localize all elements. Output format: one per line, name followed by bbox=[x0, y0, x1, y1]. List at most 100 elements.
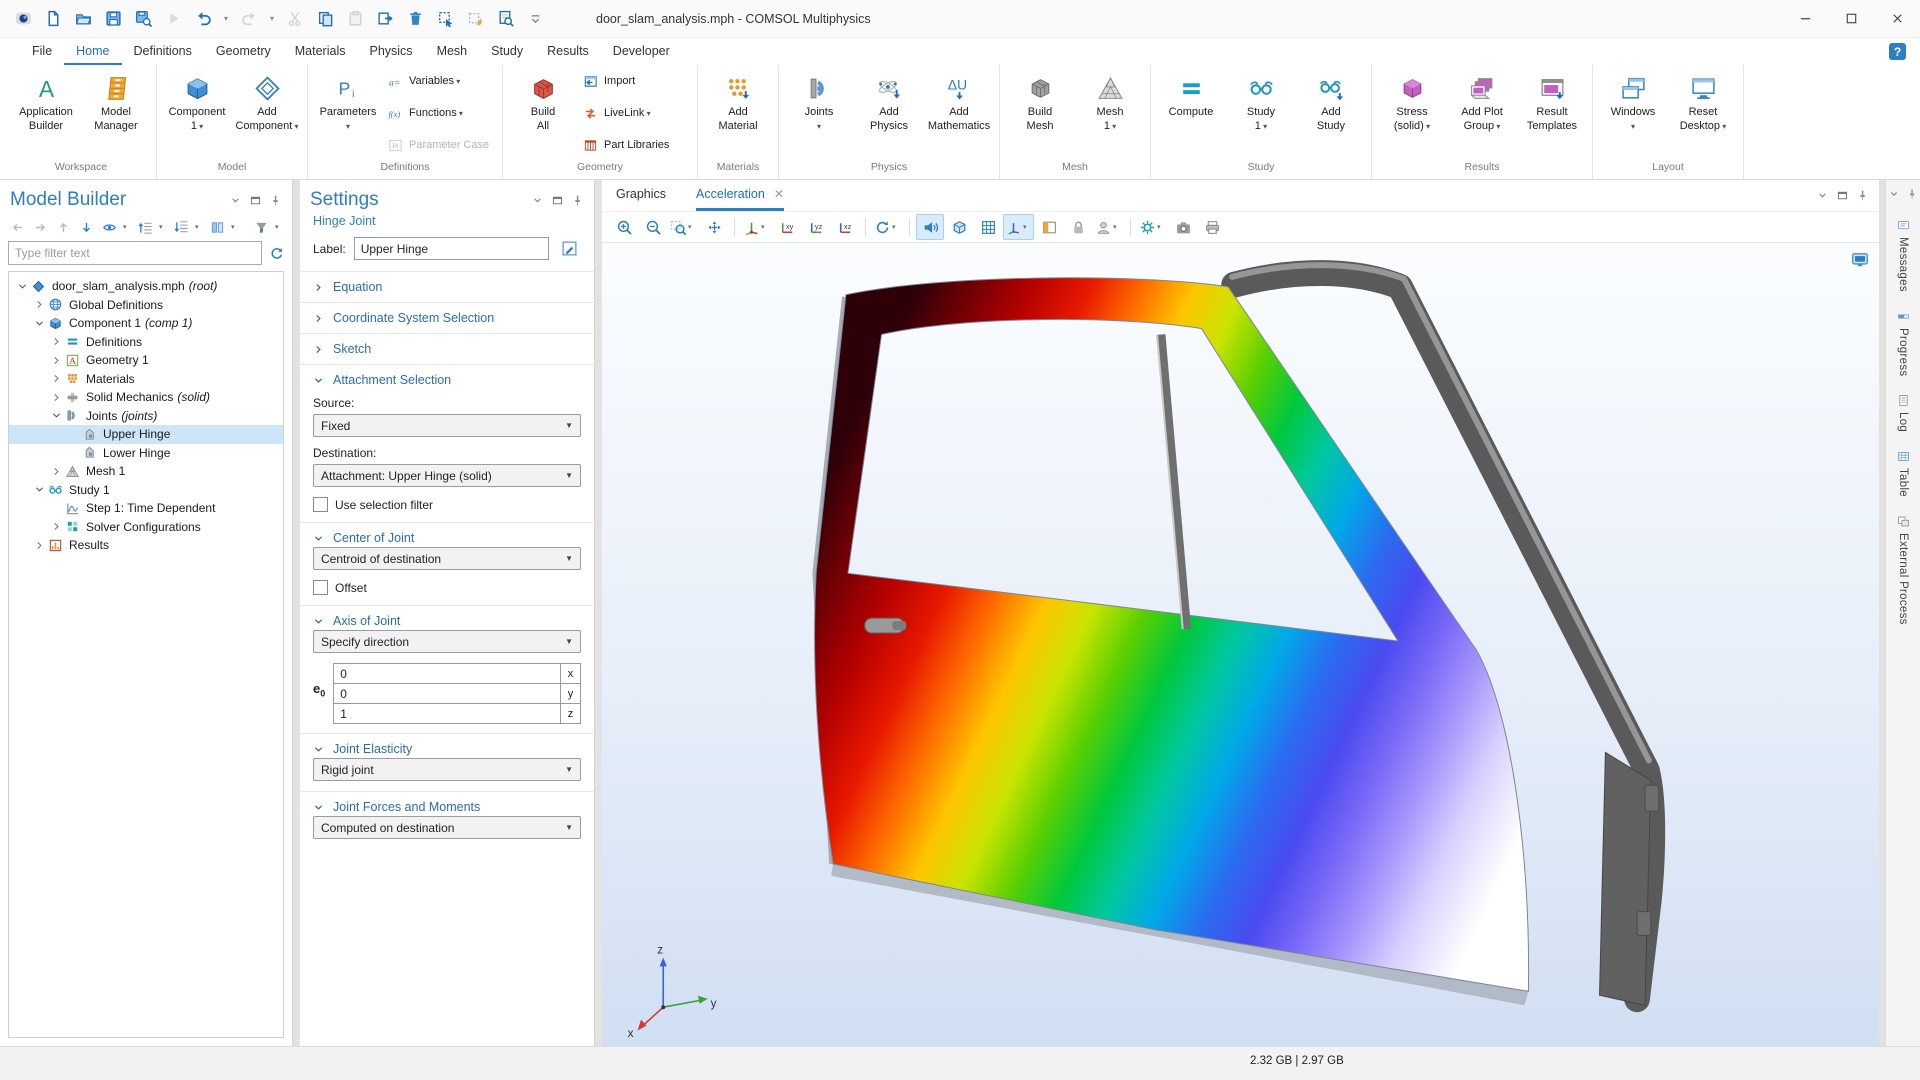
go-to-view-caret-icon[interactable]: ▾ bbox=[761, 223, 770, 231]
menu-item-physics[interactable]: Physics bbox=[357, 38, 424, 66]
zoom-box-caret-icon[interactable]: ▾ bbox=[688, 223, 697, 231]
dropdown-specify-direction[interactable]: Specify direction▼ bbox=[313, 630, 581, 653]
view-xz-button[interactable]: xz bbox=[831, 214, 859, 240]
add-component-button[interactable]: AddComponent ▾ bbox=[233, 70, 301, 158]
transparency-button[interactable] bbox=[916, 214, 944, 240]
view-yz-button[interactable]: yz bbox=[802, 214, 830, 240]
forward-icon[interactable] bbox=[31, 218, 50, 236]
tree-closed-chevron-icon[interactable] bbox=[49, 392, 64, 403]
menu-item-mesh[interactable]: Mesh bbox=[425, 38, 480, 66]
filter-funnel-caret-icon[interactable]: ▾ bbox=[275, 223, 284, 231]
side-tab-table[interactable]: Table bbox=[1897, 441, 1910, 506]
menu-item-results[interactable]: Results bbox=[535, 38, 601, 66]
select-box-icon[interactable] bbox=[432, 6, 458, 32]
side-tab-messages[interactable]: Messages bbox=[1897, 210, 1910, 301]
tree-closed-chevron-icon[interactable] bbox=[32, 299, 47, 310]
snapshot-button[interactable] bbox=[1169, 214, 1197, 240]
dropdown-centroid-of-destination[interactable]: Centroid of destination▼ bbox=[313, 547, 581, 570]
add-math-button[interactable]: ΔUAddMathematics bbox=[925, 70, 993, 158]
checkbox-box[interactable] bbox=[313, 497, 328, 512]
app-builder-button[interactable]: AApplicationBuilder bbox=[12, 70, 80, 158]
filter-funnel-icon[interactable] bbox=[252, 218, 271, 236]
tree-item-materials[interactable]: Materials bbox=[9, 370, 283, 389]
vector-input-x[interactable] bbox=[333, 663, 561, 684]
menu-item-study[interactable]: Study bbox=[479, 38, 535, 66]
menu-item-definitions[interactable]: Definitions bbox=[122, 38, 204, 66]
toolbar-options-icon[interactable] bbox=[522, 6, 548, 32]
tree-item-geometry-1[interactable]: AGeometry 1 bbox=[9, 351, 283, 370]
vector-input-y[interactable] bbox=[333, 683, 561, 704]
tree-item-global-definitions[interactable]: Global Definitions bbox=[9, 296, 283, 315]
dropdown-attachment-upper-hinge-solid-[interactable]: Attachment: Upper Hinge (solid)▼ bbox=[313, 464, 581, 487]
find-icon[interactable] bbox=[492, 6, 518, 32]
orientation-button[interactable]: ▾ bbox=[1003, 214, 1034, 240]
tree-item-upper-hinge[interactable]: Upper Hinge bbox=[9, 425, 283, 444]
tree-open-chevron-icon[interactable] bbox=[15, 281, 30, 292]
livelink-button[interactable]: LiveLink ▾ bbox=[583, 103, 687, 123]
paste-icon[interactable] bbox=[342, 6, 368, 32]
joints-button[interactable]: Joints ▾ bbox=[785, 70, 853, 158]
tab-graphics[interactable]: Graphics bbox=[616, 180, 666, 211]
menu-item-home[interactable]: Home bbox=[64, 38, 121, 66]
add-physics-button[interactable]: AddPhysics bbox=[855, 70, 923, 158]
zoom-out-button[interactable] bbox=[639, 214, 667, 240]
build-all-button[interactable]: BuildAll bbox=[509, 70, 577, 158]
select-mode-button[interactable]: ▾ bbox=[1093, 214, 1124, 240]
expand-all-icon[interactable] bbox=[136, 218, 155, 236]
maximize-button[interactable] bbox=[1828, 0, 1874, 37]
label-input[interactable] bbox=[354, 237, 549, 260]
tree-item-lower-hinge[interactable]: Lower Hinge bbox=[9, 444, 283, 463]
new-file-icon[interactable] bbox=[40, 6, 66, 32]
tree-closed-chevron-icon[interactable] bbox=[49, 355, 64, 366]
tree-open-chevron-icon[interactable] bbox=[32, 318, 47, 329]
side-tab-log[interactable]: Log bbox=[1897, 385, 1910, 441]
clear-selection-icon[interactable] bbox=[462, 6, 488, 32]
model-manager-button[interactable]: ModelManager bbox=[82, 70, 150, 158]
side-tab-progress[interactable]: Progress bbox=[1897, 301, 1910, 385]
dropdown-rigid-joint[interactable]: Rigid joint▼ bbox=[313, 758, 581, 781]
section-header[interactable]: Attachment Selection bbox=[313, 373, 581, 387]
lock-button[interactable] bbox=[1064, 214, 1092, 240]
viewport-corner-icon[interactable] bbox=[1851, 251, 1869, 269]
add-plot-button[interactable]: Add PlotGroup ▾ bbox=[1448, 70, 1516, 158]
model-builder-menu-icon[interactable] bbox=[229, 194, 242, 207]
split-view-button[interactable] bbox=[1035, 214, 1063, 240]
side-pin-icon[interactable] bbox=[1906, 188, 1918, 200]
menu-item-geometry[interactable]: Geometry bbox=[204, 38, 283, 66]
section-header[interactable]: Center of Joint bbox=[313, 531, 581, 545]
section-header[interactable]: Coordinate System Selection bbox=[313, 311, 581, 325]
save-icon[interactable] bbox=[100, 6, 126, 32]
move-down-icon[interactable] bbox=[77, 218, 96, 236]
checkbox-box[interactable] bbox=[313, 580, 328, 595]
rotate-button[interactable]: ▾ bbox=[872, 214, 903, 240]
redo-caret-icon[interactable]: ▾ bbox=[266, 6, 278, 32]
show-grid-button[interactable] bbox=[974, 214, 1002, 240]
section-header[interactable]: Equation bbox=[313, 280, 581, 294]
part-lib-button[interactable]: Part Libraries bbox=[583, 135, 687, 155]
zoom-box-button[interactable]: ▾ bbox=[668, 214, 699, 240]
duplicate-icon[interactable] bbox=[372, 6, 398, 32]
scene-light-button[interactable] bbox=[945, 214, 973, 240]
tree-open-chevron-icon[interactable] bbox=[49, 410, 64, 421]
undo-icon[interactable] bbox=[190, 6, 216, 32]
cut-icon[interactable] bbox=[282, 6, 308, 32]
close-button[interactable] bbox=[1874, 0, 1920, 37]
collapse-all-icon[interactable] bbox=[172, 218, 191, 236]
menu-item-materials[interactable]: Materials bbox=[283, 38, 358, 66]
import-button[interactable]: Import bbox=[583, 71, 687, 91]
collapse-all-caret-icon[interactable]: ▾ bbox=[195, 223, 204, 231]
tree-closed-chevron-icon[interactable] bbox=[49, 521, 64, 532]
tree-item-study-1[interactable]: Study 1 bbox=[9, 481, 283, 500]
graphics-viewport[interactable]: z y x bbox=[602, 243, 1879, 1046]
tree-item-solid-mechanics[interactable]: Solid Mechanics(solid) bbox=[9, 388, 283, 407]
section-header[interactable]: Axis of Joint bbox=[313, 614, 581, 628]
tree-closed-chevron-icon[interactable] bbox=[49, 466, 64, 477]
variables-button[interactable]: a=Variables ▾ bbox=[388, 71, 492, 91]
print-button[interactable] bbox=[1198, 214, 1226, 240]
graphics-pin-icon[interactable] bbox=[1856, 189, 1869, 202]
tree-item-mesh-1[interactable]: Mesh 1 bbox=[9, 462, 283, 481]
compute-button[interactable]: Compute bbox=[1157, 70, 1225, 158]
save-as-icon[interactable] bbox=[130, 6, 156, 32]
graphics-menu-icon[interactable] bbox=[1816, 189, 1829, 202]
tree-columns-icon[interactable] bbox=[208, 218, 227, 236]
